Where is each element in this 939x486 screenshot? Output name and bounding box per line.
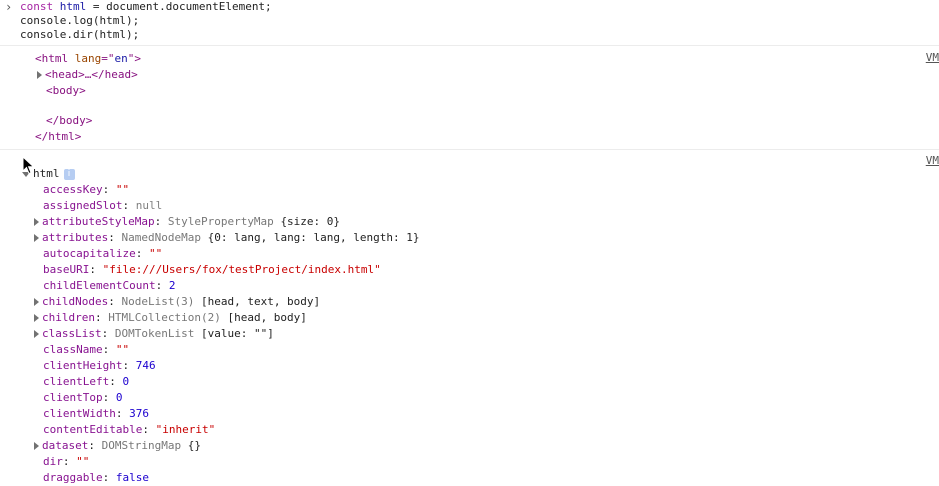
property-row: autocapitalize: "" [43, 247, 163, 260]
property-name: childNodes [42, 295, 109, 308]
command-line-1: const html = document.documentElement; [20, 0, 939, 14]
property-value: "" [76, 455, 90, 468]
expand-triangle-icon[interactable] [34, 314, 39, 322]
prompt-chevron-icon: › [5, 0, 13, 14]
property-value: [head, text, body] [200, 295, 321, 308]
console-dir-output: VM html i accessKey: "" assignedSlot: null… [0, 150, 939, 486]
property-name: clientLeft [43, 375, 110, 388]
dir-root-label: html [33, 167, 60, 180]
property-value: null [135, 199, 163, 212]
property-name: contentEditable [43, 423, 143, 436]
property-name: clientHeight [43, 359, 123, 372]
property-row[interactable]: classList: DOMTokenList [value: ""] [0, 326, 939, 342]
property-name: clientTop [43, 391, 103, 404]
property-value: "" [115, 183, 130, 196]
expand-triangle-icon[interactable] [34, 298, 39, 306]
property-row: clientWidth: 376 [43, 407, 149, 420]
property-value: 2 [168, 279, 176, 292]
property-row: contentEditable: "inherit" [43, 423, 216, 436]
expand-triangle-icon[interactable] [37, 71, 42, 79]
property-row: dir: "" [43, 455, 90, 468]
expand-triangle-icon[interactable] [34, 218, 39, 226]
property-type: DOMStringMap [101, 439, 182, 452]
property-value: {0: lang, lang: lang, length: 1} [207, 231, 420, 244]
property-value: [value: ""] [200, 327, 274, 340]
attr-lang: lang [74, 52, 102, 65]
expand-triangle-icon[interactable] [34, 234, 39, 242]
dir-root-row[interactable]: html i [0, 166, 939, 182]
property-type: DOMTokenList [114, 327, 195, 340]
property-type: StylePropertyMap [167, 215, 274, 228]
blank-row [0, 99, 939, 113]
property-name: clientWidth [43, 407, 116, 420]
property-type: NamedNodeMap [121, 231, 201, 244]
property-row: draggable: false [43, 471, 149, 484]
property-value: 0 [115, 391, 123, 404]
property-type: NodeList(3) [121, 295, 195, 308]
property-row: className: "" [43, 343, 130, 356]
property-name: classList [42, 327, 102, 340]
property-row: baseURI: "file:///Users/fox/testProject/… [43, 263, 381, 276]
expand-triangle-icon[interactable] [34, 442, 39, 450]
mouse-pointer-icon [22, 156, 35, 175]
command-line-3: console.dir(html); [20, 28, 140, 41]
property-name: accessKey [43, 183, 103, 196]
property-row[interactable]: childNodes: NodeList(3) [head, text, bod… [0, 294, 939, 310]
property-row[interactable]: dataset: DOMStringMap {} [0, 438, 939, 454]
property-value: 0 [122, 375, 130, 388]
body-open-row[interactable]: <body> [0, 83, 939, 99]
property-row[interactable]: children: HTMLCollection(2) [head, body] [0, 310, 939, 326]
property-value: "" [115, 343, 130, 356]
property-list: accessKey: "" assignedSlot: null attribute… [0, 182, 939, 486]
property-name: attributes [42, 231, 109, 244]
property-value: false [115, 471, 149, 484]
console-log-output: VM <html lang="en"> <head>…</head> <body… [0, 46, 939, 150]
info-icon[interactable]: i [63, 168, 75, 180]
property-name: childElementCount [43, 279, 156, 292]
keyword-const: const [20, 0, 54, 13]
property-name: baseURI [43, 263, 90, 276]
property-name: attributeStyleMap [42, 215, 155, 228]
command-line-2: console.log(html); [20, 14, 140, 27]
command-rest: = document.documentElement; [86, 0, 272, 13]
expand-triangle-icon[interactable] [34, 330, 39, 338]
variable-html: html [59, 0, 87, 13]
property-row: clientTop: 0 [43, 391, 123, 404]
property-name: className [43, 343, 103, 356]
head-row[interactable]: <head>…</head> [0, 67, 939, 83]
attr-lang-value: en [114, 52, 128, 65]
console-command-block: › const html = document.documentElement;… [0, 0, 939, 46]
property-name: draggable [43, 471, 103, 484]
property-value: "file:///Users/fox/testProject/index.htm… [102, 263, 381, 276]
property-value: "" [148, 247, 163, 260]
property-row: clientHeight: 746 [43, 359, 156, 372]
property-type: HTMLCollection(2) [108, 311, 221, 324]
property-row[interactable]: attributeStyleMap: StylePropertyMap {siz… [0, 214, 939, 230]
property-row: assignedSlot: null [43, 199, 163, 212]
html-close-row[interactable]: </html> [0, 129, 939, 145]
body-close-row[interactable]: </body> [0, 113, 939, 129]
property-value: "inherit" [155, 423, 216, 436]
property-name: dir [43, 455, 63, 468]
tag-open: <html [35, 52, 69, 65]
property-row[interactable]: attributes: NamedNodeMap {0: lang, lang:… [0, 230, 939, 246]
property-value: 376 [129, 407, 149, 420]
property-name: dataset [42, 439, 89, 452]
property-value: 746 [135, 359, 156, 372]
property-name: children [42, 311, 95, 324]
property-row: childElementCount: 2 [43, 279, 176, 292]
property-value: {size: 0} [280, 215, 341, 228]
property-value: [head, body] [227, 311, 307, 324]
property-row: accessKey: "" [43, 183, 130, 196]
property-name: autocapitalize [43, 247, 136, 260]
property-name: assignedSlot [43, 199, 123, 212]
html-open-tag-row[interactable]: <html lang="en"> [0, 51, 939, 67]
property-row: clientLeft: 0 [43, 375, 130, 388]
property-value: {} [187, 439, 201, 452]
